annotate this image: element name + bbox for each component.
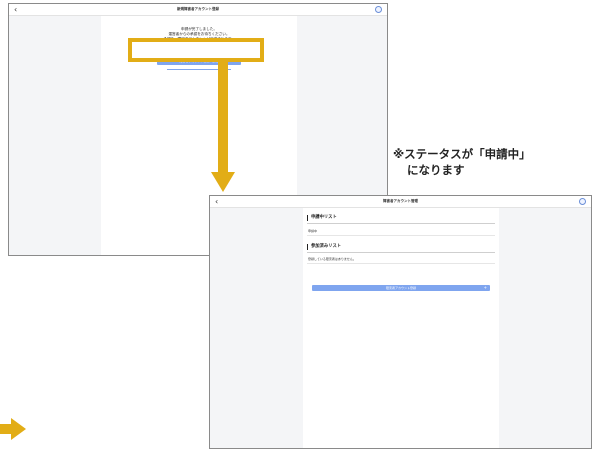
top-bar: ‹ 障害者アカウント管理: [210, 196, 591, 208]
page-title: 新規障害者アカウント登録: [177, 7, 219, 11]
divider: [307, 223, 495, 224]
highlight-box: [128, 38, 264, 62]
page-title: 障害者アカウント管理: [383, 199, 418, 203]
pending-status-item: 申請中: [308, 229, 318, 233]
plus-icon: +: [483, 285, 487, 290]
joined-empty-message: 登録している障害者はありません。: [308, 257, 356, 261]
divider: [307, 252, 495, 253]
right-arrow-icon: [0, 418, 26, 440]
annotation-line-1: ※ステータスが「申請中」: [393, 147, 531, 161]
status-annotation: ※ステータスが「申請中」 になります: [393, 146, 589, 178]
divider: [307, 263, 495, 264]
annotation-line-2: になります: [407, 163, 465, 177]
joined-list-heading: 参加済みリスト: [307, 244, 341, 250]
pending-list-heading: 申請中リスト: [307, 215, 337, 221]
add-account-button[interactable]: 障害者アカウント登録 +: [312, 285, 490, 291]
add-account-label: 障害者アカウント登録: [385, 286, 416, 290]
divider: [307, 235, 495, 236]
arrow-shaft: [218, 62, 228, 174]
avatar-icon[interactable]: [579, 198, 586, 205]
screenshot-account-management: ‹ 障害者アカウント管理 申請中リスト 申請中 参加済みリスト 登録している障害…: [209, 195, 592, 449]
down-arrow-icon: [211, 172, 235, 192]
avatar-icon[interactable]: [375, 6, 382, 13]
top-bar: ‹ 新規障害者アカウント登録: [9, 4, 387, 16]
content-panel: 申請中リスト 申請中 参加済みリスト 登録している障害者はありません。 障害者ア…: [303, 208, 499, 448]
